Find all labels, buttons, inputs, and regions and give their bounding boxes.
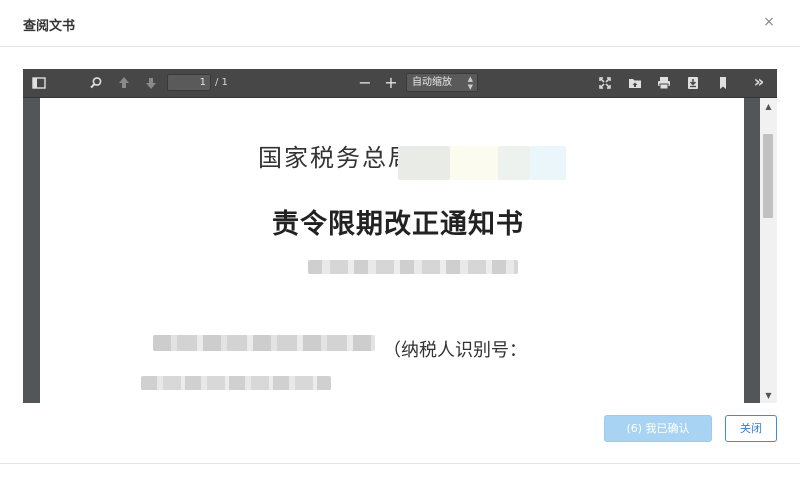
previous-page-icon[interactable] — [115, 74, 133, 92]
redacted-block — [498, 146, 530, 180]
zoom-out-icon[interactable]: − — [356, 74, 374, 92]
tools-menu-icon[interactable]: » — [750, 74, 768, 92]
close-icon[interactable]: × — [762, 13, 776, 31]
footer-divider — [0, 463, 800, 464]
bookmark-icon[interactable] — [714, 74, 732, 92]
scroll-down-icon[interactable]: ▼ — [760, 389, 777, 403]
sidebar-toggle-icon[interactable] — [30, 74, 48, 92]
authority-prefix: 国家税务总局 — [258, 144, 414, 172]
taxpayer-id-label: （纳税人识别号： — [383, 340, 527, 361]
zoom-in-icon[interactable]: + — [382, 74, 400, 92]
redacted-block — [398, 146, 450, 180]
next-page-icon[interactable] — [142, 74, 160, 92]
redacted-taxpayer-id — [141, 376, 331, 390]
pdf-viewer: 1 / 1 − + 自动缩放 ▲ ▼ » 国家税务总局 责令限期改正通知书 （纳… — [23, 69, 777, 403]
redacted-doc-number — [308, 260, 518, 274]
vertical-scrollbar[interactable]: ▲ ▼ — [760, 98, 777, 403]
header-divider — [0, 46, 800, 47]
page-number-input[interactable]: 1 — [167, 74, 211, 91]
document-authority: 国家税务总局 — [258, 138, 414, 173]
redacted-taxpayer-name — [153, 335, 375, 351]
document-dialog: 查阅文书 × 1 / 1 − + 自动缩放 ▲ ▼ » 国家税务总局 责令限期改… — [0, 0, 800, 486]
pdf-page: 国家税务总局 责令限期改正通知书 （纳税人识别号： — [40, 98, 744, 403]
open-file-icon[interactable] — [626, 74, 644, 92]
select-arrows-icon: ▲ ▼ — [467, 75, 473, 91]
document-title: 责令限期改正通知书 — [272, 209, 524, 240]
redacted-block — [530, 146, 566, 180]
page-total: / 1 — [215, 77, 228, 88]
zoom-select[interactable]: 自动缩放 ▲ ▼ — [406, 73, 478, 92]
download-icon[interactable] — [684, 74, 702, 92]
search-icon[interactable] — [87, 74, 105, 92]
dialog-title: 查阅文书 — [23, 19, 76, 34]
scroll-up-icon[interactable]: ▲ — [760, 100, 777, 114]
presentation-mode-icon[interactable] — [596, 74, 614, 92]
redacted-block — [450, 146, 498, 180]
scrollbar-thumb[interactable] — [763, 134, 773, 218]
pdf-canvas[interactable]: 国家税务总局 责令限期改正通知书 （纳税人识别号： — [23, 98, 777, 403]
zoom-select-value: 自动缩放 — [412, 77, 452, 88]
confirm-read-button[interactable]: (6) 我已确认 — [604, 415, 712, 442]
pdf-toolbar: 1 / 1 − + 自动缩放 ▲ ▼ » — [23, 69, 777, 98]
close-button[interactable]: 关闭 — [725, 415, 777, 442]
print-icon[interactable] — [655, 74, 673, 92]
